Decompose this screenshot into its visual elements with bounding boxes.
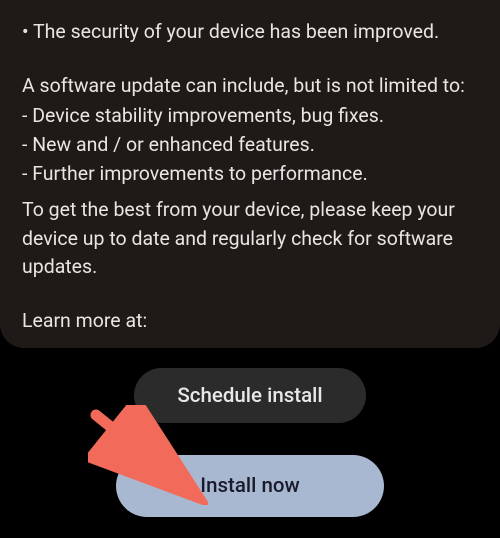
action-buttons: Schedule install Install now (0, 348, 500, 537)
update-list-item: - New and / or enhanced features. (22, 131, 478, 159)
schedule-install-button[interactable]: Schedule install (134, 368, 366, 423)
security-bullet: • The security of your device has been i… (22, 18, 478, 46)
update-description: • The security of your device has been i… (22, 18, 478, 335)
install-now-button[interactable]: Install now (116, 455, 384, 517)
update-list-item: - Further improvements to performance. (22, 160, 478, 188)
update-list-item: - Device stability improvements, bug fix… (22, 102, 478, 130)
update-recommendation: To get the best from your device, please… (22, 196, 478, 281)
learn-more-text: Learn more at: (22, 307, 478, 335)
update-info-card: • The security of your device has been i… (0, 0, 500, 348)
update-intro-text: A software update can include, but is no… (22, 72, 478, 100)
